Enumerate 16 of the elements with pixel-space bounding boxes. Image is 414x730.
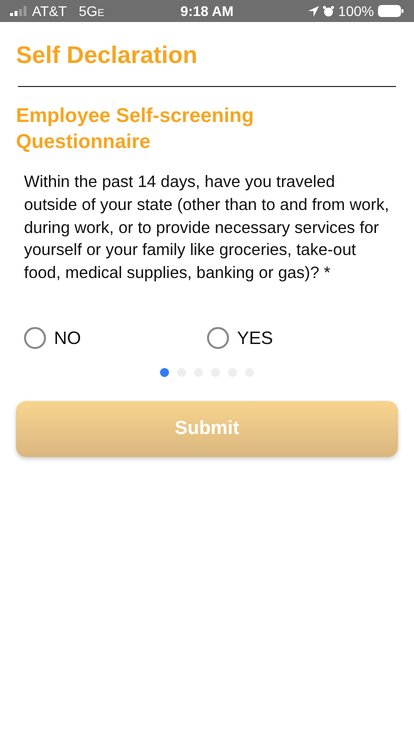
signal-icon [10, 6, 28, 16]
radio-button[interactable] [24, 327, 46, 350]
page-dot[interactable] [160, 368, 169, 377]
carrier-label: AT&T [32, 2, 67, 20]
alarm-clock-icon [323, 6, 334, 16]
network-label: 5GE [78, 2, 104, 20]
battery-icon [378, 5, 404, 17]
question-text: Within the past 14 days, have you traveled outside of your state (other than to and from work, during work, or to provide necessary services for yourself or your family like groceries, take-out food, medical supplies, banking or gas)? * [24, 172, 390, 284]
option-label[interactable]: YES [237, 324, 274, 352]
radio-button[interactable] [207, 327, 229, 350]
time-label: 9:18 AM [180, 2, 234, 20]
battery-label: 100% [338, 2, 374, 20]
section-heading: Employee Self-screening Questionnaire [16, 104, 255, 155]
option-label[interactable]: NO [54, 324, 81, 352]
location-arrow-icon [308, 6, 320, 16]
page-title: Self Declaration [16, 41, 198, 71]
